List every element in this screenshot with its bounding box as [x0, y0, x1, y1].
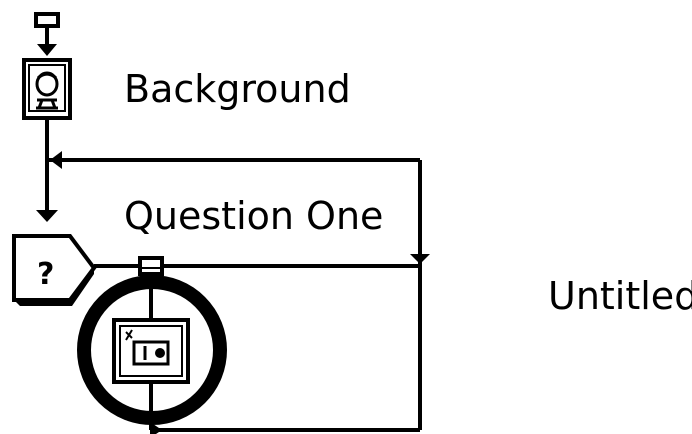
main-flowline: [36, 118, 58, 222]
start-flag[interactable]: [34, 12, 60, 56]
response-type-icon[interactable]: [138, 256, 164, 276]
question-label: Question One: [124, 194, 384, 238]
background-display-node[interactable]: [22, 58, 72, 120]
decision-icon: ?: [37, 257, 54, 292]
untitled-label: Untitled: [548, 274, 692, 318]
question-decision-node[interactable]: ?: [12, 234, 97, 306]
background-label: Background: [124, 67, 351, 111]
